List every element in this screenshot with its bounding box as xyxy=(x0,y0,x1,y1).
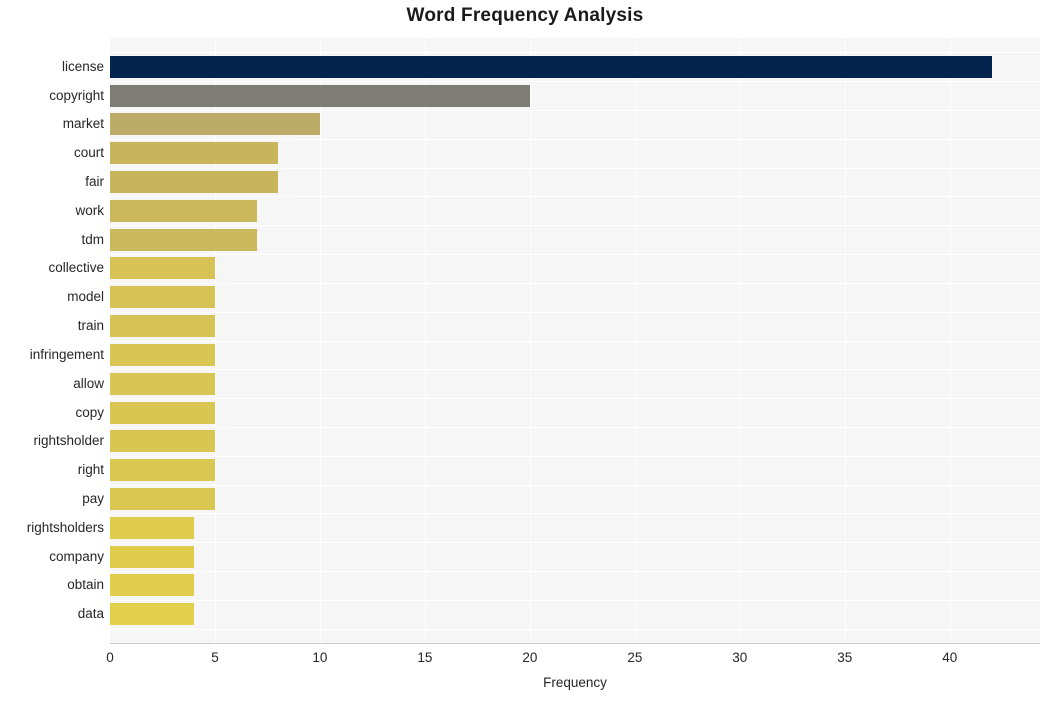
y-gridline xyxy=(110,225,1040,227)
y-axis-tick-label: license xyxy=(61,58,104,74)
y-gridline xyxy=(110,311,1040,313)
x-axis-tick-label: 35 xyxy=(837,650,853,665)
y-axis-tick-label: tdm xyxy=(81,231,104,247)
y-gridline xyxy=(110,484,1040,486)
y-axis-tick-label: obtain xyxy=(67,577,104,593)
bar xyxy=(110,171,278,194)
y-gridline xyxy=(110,196,1040,198)
bar xyxy=(110,401,215,424)
y-gridline xyxy=(110,81,1040,83)
y-gridline xyxy=(110,138,1040,140)
y-gridline xyxy=(110,369,1040,371)
bar xyxy=(110,142,278,165)
x-axis-tick-label: 20 xyxy=(522,650,538,665)
y-axis-tick-label: copy xyxy=(75,404,104,420)
x-axis-tick-label: 30 xyxy=(732,650,748,665)
y-axis-tick-label: court xyxy=(73,145,104,161)
y-axis-tick-label: rightsholders xyxy=(26,519,104,535)
y-gridline xyxy=(110,282,1040,284)
bar xyxy=(110,113,320,136)
y-axis-tick-label: work xyxy=(75,202,104,218)
bar xyxy=(110,545,194,568)
bar xyxy=(110,199,257,222)
y-axis-tick-label: market xyxy=(62,116,104,132)
x-axis-tick-label: 25 xyxy=(627,650,643,665)
y-gridline xyxy=(110,110,1040,112)
x-axis-line xyxy=(110,643,1040,644)
y-axis-tick-label: fair xyxy=(85,174,104,190)
y-gridline xyxy=(110,52,1040,54)
bar xyxy=(110,430,215,453)
y-axis-tick-label: train xyxy=(77,318,104,334)
bar xyxy=(110,315,215,338)
bar xyxy=(110,516,194,539)
bar xyxy=(110,257,215,280)
x-axis-tick-label: 15 xyxy=(417,650,433,665)
y-gridline xyxy=(110,455,1040,457)
y-gridline xyxy=(110,599,1040,601)
x-axis-tick-label: 5 xyxy=(211,650,219,665)
bar xyxy=(110,574,194,597)
x-axis-title: Frequency xyxy=(543,675,607,690)
y-axis-tick-label: infringement xyxy=(29,346,104,362)
x-axis-tick-label: 40 xyxy=(942,650,958,665)
y-axis-tick-label: pay xyxy=(82,490,104,506)
bar xyxy=(110,372,215,395)
y-gridline xyxy=(110,167,1040,169)
y-gridline xyxy=(110,340,1040,342)
y-axis-label-group: license copyright market court fair work tdm co… xyxy=(0,38,104,643)
y-gridline xyxy=(110,426,1040,428)
x-axis-tick-label: 0 xyxy=(106,650,114,665)
y-axis-tick-label: right xyxy=(77,462,104,478)
bar xyxy=(110,343,215,366)
bar xyxy=(110,84,530,107)
y-axis-tick-label: allow xyxy=(73,375,104,391)
y-gridline xyxy=(110,254,1040,256)
bar xyxy=(110,286,215,309)
y-gridline xyxy=(110,570,1040,572)
bar xyxy=(110,487,215,510)
bar xyxy=(110,228,257,251)
y-gridline xyxy=(110,513,1040,515)
bar xyxy=(110,459,215,482)
x-axis-tick-label: 10 xyxy=(312,650,328,665)
y-axis-tick-label: collective xyxy=(48,260,104,276)
y-axis-tick-label: model xyxy=(67,289,104,305)
plot-area xyxy=(110,38,1040,643)
word-frequency-chart: Word Frequency Analysis license copyright… xyxy=(0,0,1050,701)
y-axis-tick-label: data xyxy=(77,606,104,622)
y-axis-tick-label: copyright xyxy=(49,87,104,103)
y-gridline xyxy=(110,628,1040,630)
x-axis-tick-group: 0 5 10 15 20 25 30 35 40 xyxy=(0,650,1050,670)
y-axis-tick-label: company xyxy=(49,548,104,564)
y-axis-tick-label: rightsholder xyxy=(33,433,104,449)
y-gridline xyxy=(110,398,1040,400)
bar xyxy=(110,603,194,626)
y-gridline xyxy=(110,542,1040,544)
chart-title: Word Frequency Analysis xyxy=(406,5,644,26)
bar xyxy=(110,55,992,78)
